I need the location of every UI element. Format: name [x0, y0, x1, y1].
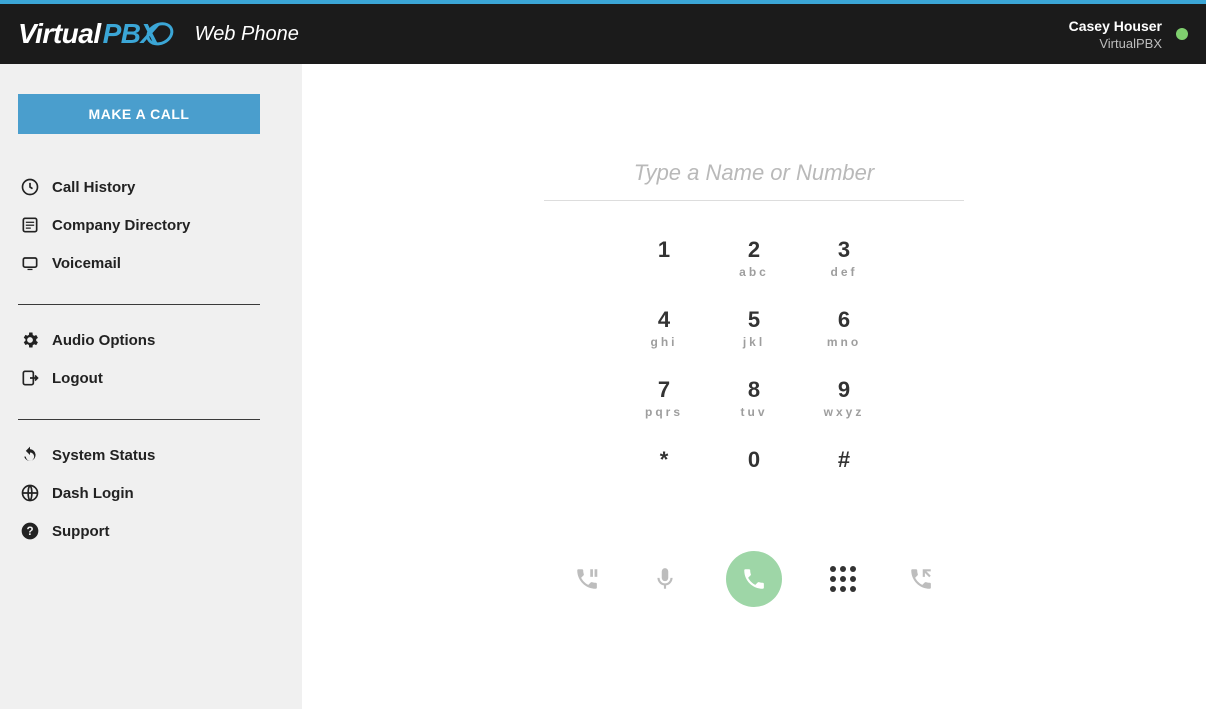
sidebar-item-label: Logout [52, 370, 103, 387]
key-digit: 7 [658, 377, 670, 403]
user-org: VirtualPBX [1069, 36, 1162, 51]
sidebar-divider [18, 419, 260, 420]
dialer: 1 2 abc 3 def 4 ghi [544, 154, 964, 607]
key-3[interactable]: 3 def [799, 237, 889, 307]
call-actions [570, 551, 938, 607]
key-digit: 4 [658, 307, 670, 333]
nav-group-main: Call History Company Directory Voicemail [18, 168, 284, 282]
directory-icon [20, 215, 40, 235]
key-digit: * [660, 447, 669, 473]
sidebar: MAKE A CALL Call History Company Directo… [0, 64, 302, 709]
sidebar-item-label: Company Directory [52, 217, 190, 234]
key-8[interactable]: 8 tuv [709, 377, 799, 447]
svg-text:?: ? [26, 525, 33, 538]
key-digit: 1 [658, 237, 670, 263]
key-letters: wxyz [824, 405, 865, 419]
refresh-icon [20, 445, 40, 465]
sidebar-item-dash-login[interactable]: Dash Login [18, 474, 284, 512]
sidebar-item-system-status[interactable]: System Status [18, 436, 284, 474]
dialpad-icon [830, 566, 856, 592]
transfer-button[interactable] [904, 562, 938, 596]
key-digit: 6 [838, 307, 850, 333]
key-letters: jkl [743, 335, 765, 349]
key-7[interactable]: 7 pqrs [619, 377, 709, 447]
sidebar-divider [18, 304, 260, 305]
key-hash[interactable]: # [799, 447, 889, 517]
user-name: Casey Houser [1069, 18, 1162, 34]
presence-indicator-icon [1176, 28, 1188, 40]
sidebar-item-label: Call History [52, 179, 135, 196]
sidebar-item-logout[interactable]: Logout [18, 359, 284, 397]
logo-virtual: Virtual [18, 18, 101, 50]
sidebar-item-label: System Status [52, 447, 155, 464]
key-4[interactable]: 4 ghi [619, 307, 709, 377]
sidebar-item-audio-options[interactable]: Audio Options [18, 321, 284, 359]
hold-button[interactable] [570, 562, 604, 596]
top-bar: VirtualPBX Web Phone Casey Houser Virtua… [0, 4, 1206, 64]
main-panel: 1 2 abc 3 def 4 ghi [302, 64, 1206, 709]
key-letters: mno [827, 335, 861, 349]
key-digit: 9 [838, 377, 850, 403]
key-0[interactable]: 0 [709, 447, 799, 517]
dial-input[interactable] [544, 154, 964, 201]
keypad: 1 2 abc 3 def 4 ghi [619, 237, 889, 517]
key-letters: abc [739, 265, 769, 279]
key-2[interactable]: 2 abc [709, 237, 799, 307]
key-digit: # [838, 447, 850, 473]
make-a-call-button[interactable]: MAKE A CALL [18, 94, 260, 134]
brand-logo: VirtualPBX [18, 18, 173, 50]
key-letters: ghi [651, 335, 678, 349]
key-digit: 5 [748, 307, 760, 333]
sidebar-item-call-history[interactable]: Call History [18, 168, 284, 206]
clock-icon [20, 177, 40, 197]
key-digit: 8 [748, 377, 760, 403]
key-6[interactable]: 6 mno [799, 307, 889, 377]
key-5[interactable]: 5 jkl [709, 307, 799, 377]
gear-icon [20, 330, 40, 350]
key-letters: pqrs [645, 405, 683, 419]
key-letters: def [831, 265, 858, 279]
user-texts: Casey Houser VirtualPBX [1069, 18, 1162, 51]
help-icon: ? [20, 521, 40, 541]
globe-icon [20, 483, 40, 503]
sidebar-item-label: Voicemail [52, 255, 121, 272]
call-button[interactable] [726, 551, 782, 607]
key-digit: 0 [748, 447, 760, 473]
app-title: Web Phone [195, 23, 299, 46]
voicemail-icon [20, 253, 40, 273]
sidebar-item-label: Support [52, 523, 110, 540]
dialpad-button[interactable] [826, 562, 860, 596]
key-digit: 2 [748, 237, 760, 263]
nav-group-links: System Status Dash Login ? Support [18, 436, 284, 550]
user-block[interactable]: Casey Houser VirtualPBX [1069, 18, 1188, 51]
sidebar-item-voicemail[interactable]: Voicemail [18, 244, 284, 282]
sidebar-item-company-directory[interactable]: Company Directory [18, 206, 284, 244]
key-digit: 3 [838, 237, 850, 263]
key-star[interactable]: * [619, 447, 709, 517]
sidebar-item-label: Audio Options [52, 332, 155, 349]
nav-group-settings: Audio Options Logout [18, 321, 284, 397]
key-9[interactable]: 9 wxyz [799, 377, 889, 447]
key-1[interactable]: 1 [619, 237, 709, 307]
key-letters: tuv [741, 405, 768, 419]
sidebar-item-label: Dash Login [52, 485, 134, 502]
logout-icon [20, 368, 40, 388]
mute-button[interactable] [648, 562, 682, 596]
sidebar-item-support[interactable]: ? Support [18, 512, 284, 550]
